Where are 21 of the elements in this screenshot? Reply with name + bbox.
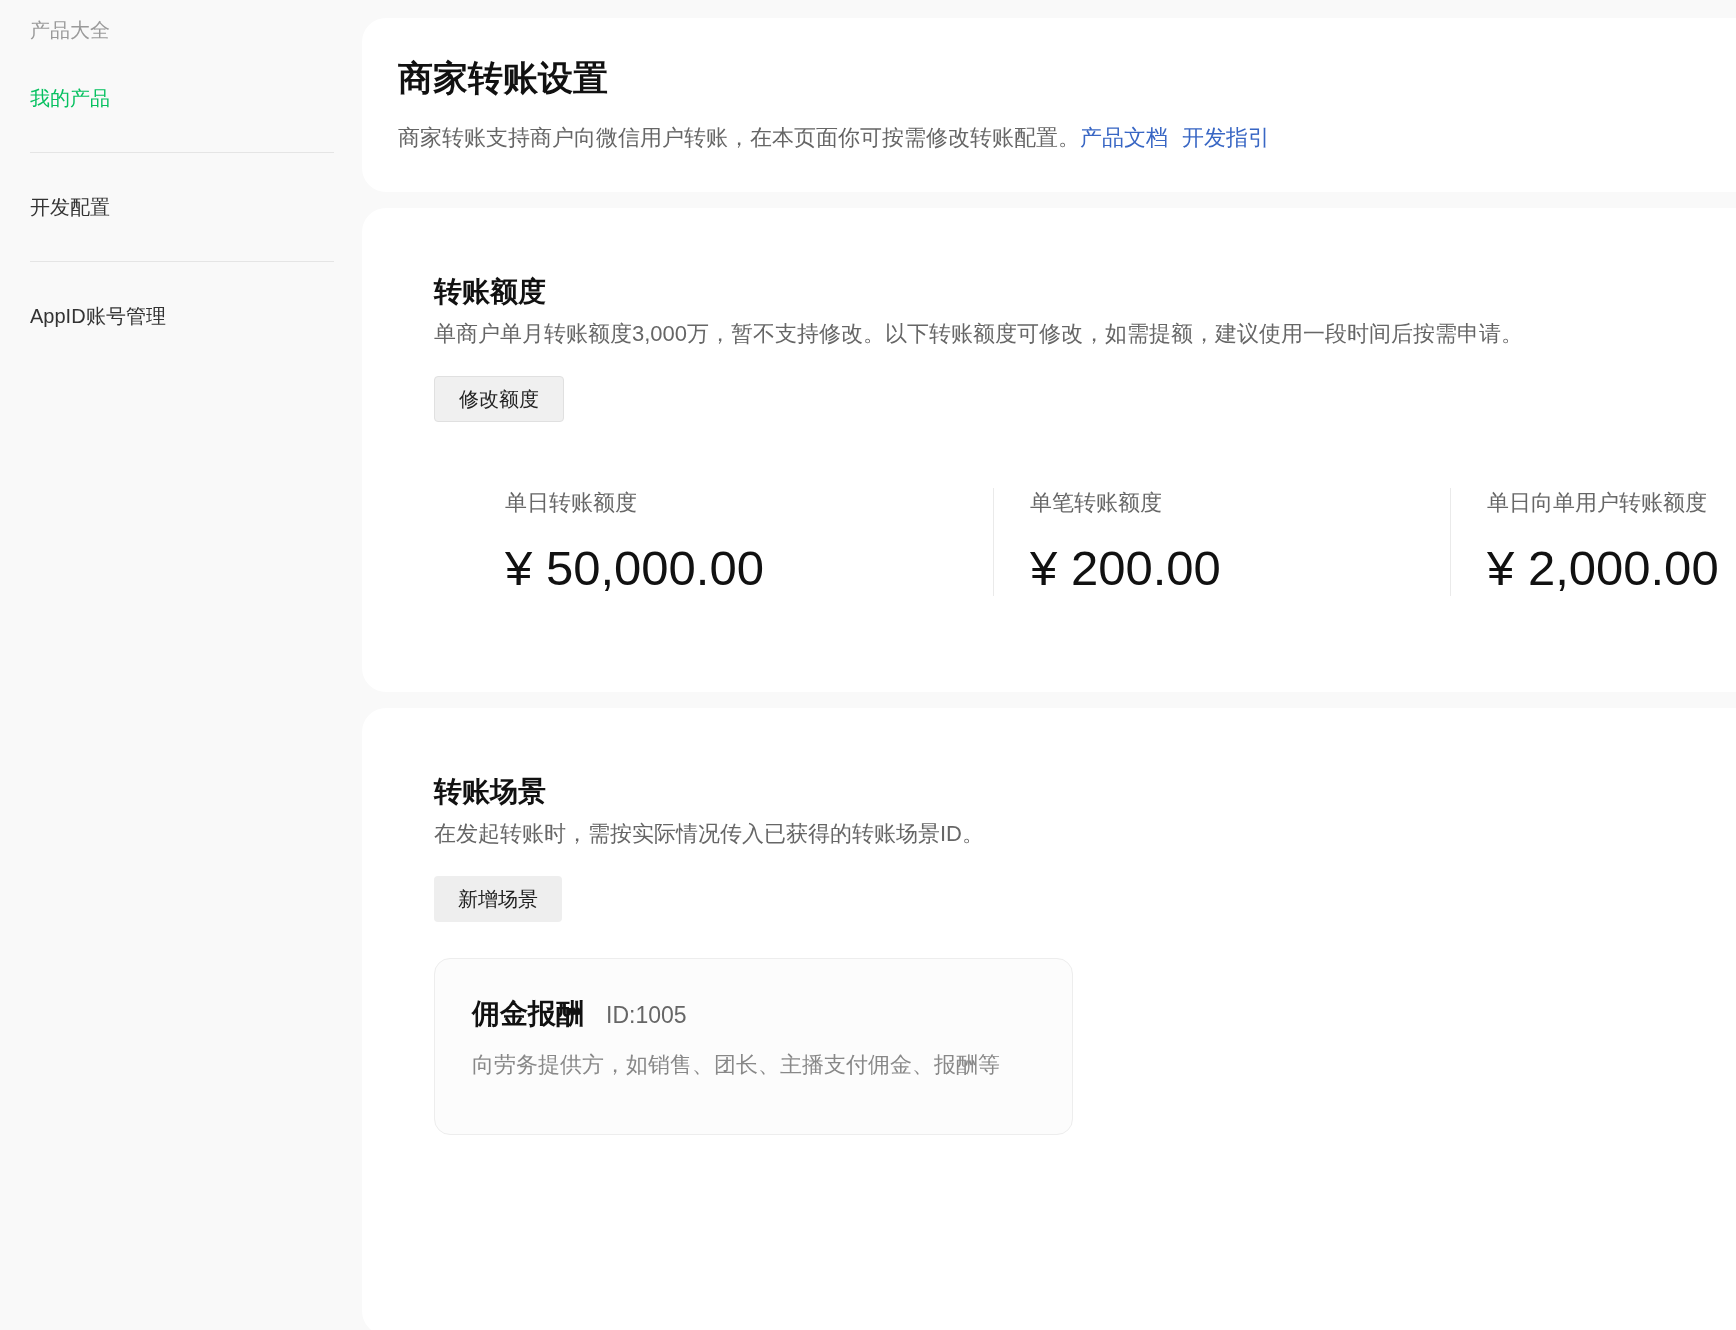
stat-value: ¥ 50,000.00	[505, 540, 765, 596]
page-title: 商家转账设置	[398, 57, 609, 99]
page-description: 商家转账支持商户向微信用户转账，在本页面你可按需修改转账配置。产品文档 开发指引	[398, 124, 1271, 152]
sidebar-item[interactable]: AppID账号管理	[30, 262, 332, 370]
scene-id: ID:1005	[606, 1002, 687, 1029]
stat-label: 单日转账额度	[505, 489, 638, 517]
stat-value: ¥ 2,000.00	[1487, 540, 1720, 596]
section-description: 在发起转账时，需按实际情况传入已获得的转账场景ID。	[434, 820, 985, 848]
scene-name: 佣金报酬	[472, 997, 584, 1031]
stat-label: 单日向单用户转账额度	[1487, 489, 1708, 517]
stat-label: 单笔转账额度	[1030, 489, 1163, 517]
add-scene-button[interactable]: 新增场景	[434, 876, 562, 922]
section-title: 转账场景	[434, 775, 547, 809]
doc-link[interactable]: 产品文档	[1080, 125, 1168, 150]
doc-link[interactable]: 开发指引	[1182, 125, 1270, 150]
edit-limit-button[interactable]: 修改额度	[434, 376, 564, 422]
section-description: 单商户单月转账额度3,000万，暂不支持修改。以下转账额度可修改，如需提额，建议使用一段时间后按需申请。	[434, 320, 1525, 348]
scene-description: 向劳务提供方，如销售、团长、主播支付佣金、报酬等	[472, 1051, 1001, 1079]
sidebar-item[interactable]: 开发配置	[30, 153, 332, 261]
section-title: 转账额度	[434, 275, 547, 309]
stat-value: ¥ 200.00	[1030, 540, 1222, 596]
